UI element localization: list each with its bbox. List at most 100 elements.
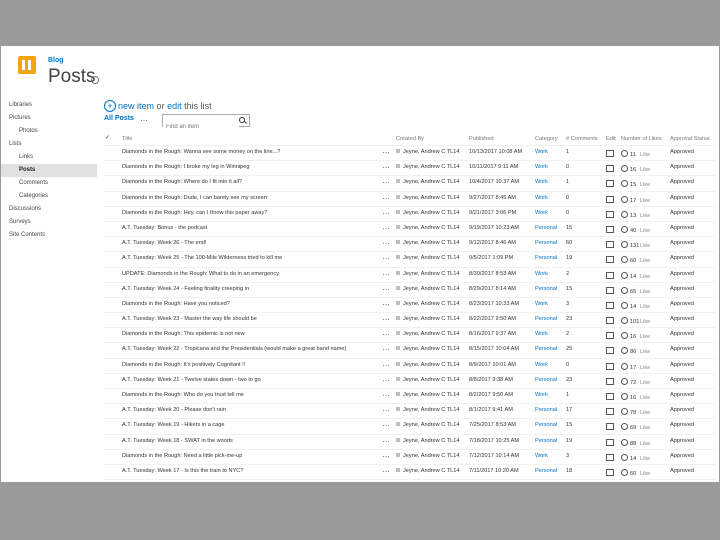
item-menu-button[interactable]: … [382,252,390,261]
edit-icon[interactable] [606,150,614,157]
table-row[interactable]: A.T. Tuesday: Week 21 - Twelve states do… [104,374,716,389]
row-select-checkbox[interactable] [105,179,110,184]
edit-icon[interactable] [606,317,614,325]
nav-item-posts[interactable]: Posts [1,164,97,177]
created-by-cell[interactable]: Jeyne, Andrew C TL14 [396,164,472,170]
select-all-checkbox[interactable]: ✓ [105,134,110,141]
created-by-cell[interactable]: Jeyne, Andrew C TL14 [396,467,472,474]
edit-icon[interactable] [606,423,614,431]
post-title-link[interactable]: A.T. Tuesday: Week 22 - Tropicana and th… [122,346,378,352]
post-title-link[interactable]: Diamonds in the Rough: Need a little pic… [122,453,378,459]
row-select-checkbox[interactable] [105,407,110,412]
item-menu-button[interactable]: … [382,176,390,185]
author-name[interactable]: Jeyne, Andrew C TL14 [403,179,460,185]
edit-icon[interactable] [606,453,614,461]
table-row[interactable]: Diamonds in the Rough: This epidemic is … [104,328,716,344]
created-by-cell[interactable]: Jeyne, Andrew C TL14 [396,240,472,246]
edit-icon[interactable] [606,377,614,385]
edit-icon[interactable] [606,332,614,340]
author-name[interactable]: Jeyne, Andrew C TL14 [403,438,460,444]
like-link[interactable]: Like [640,456,650,462]
item-menu-button[interactable]: … [382,207,390,216]
edit-cell[interactable] [606,179,614,188]
edit-cell[interactable] [606,422,614,431]
category-link[interactable]: Work [535,210,548,216]
created-by-cell[interactable]: Jeyne, Andrew C TL14 [396,346,472,352]
edit-icon[interactable] [606,468,614,476]
author-name[interactable]: Jeyne, Andrew C TL14 [403,346,460,352]
edit-icon[interactable] [606,225,614,233]
row-select-checkbox[interactable] [105,149,110,154]
row-select-checkbox[interactable] [105,271,110,276]
created-by-cell[interactable]: Jeyne, Andrew C TL14 [396,361,472,368]
author-name[interactable]: Jeyne, Andrew C TL14 [403,422,460,428]
category-link[interactable]: Work [535,331,548,337]
nav-item-site-contents[interactable]: Site Contents [1,229,97,242]
category-link[interactable]: Personal [535,438,557,444]
row-select-checkbox[interactable] [105,346,110,351]
created-by-cell[interactable]: Jeyne, Andrew C TL14 [396,437,472,444]
table-row[interactable]: A.T. Tuesday: Bonus - the podcast … Jeyne,… [104,222,716,238]
table-row[interactable]: UPDATE: Diamonds in the Rough: What to d… [104,268,716,283]
like-link[interactable]: Like [640,425,650,431]
post-title-link[interactable]: A.T. Tuesday: Week 19 - Hikers in a cage [122,422,378,428]
edit-icon[interactable] [606,438,614,446]
item-menu-button[interactable]: … [382,146,390,155]
row-select-checkbox[interactable] [105,468,110,473]
row-select-checkbox[interactable] [105,331,110,336]
table-row[interactable]: Diamonds in the Rough: Who do you trust … [104,389,716,405]
author-name[interactable]: Jeyne, Andrew C TL14 [403,362,460,368]
category-link[interactable]: Work [535,301,548,307]
edit-icon[interactable] [606,165,614,173]
like-link[interactable]: Like [640,258,650,264]
author-name[interactable]: Jeyne, Andrew C TL14 [403,316,460,322]
item-menu-button[interactable]: … [382,389,390,398]
like-link[interactable]: Like [640,213,650,219]
edit-icon[interactable] [606,393,614,400]
nav-item-photos[interactable]: Photos [1,125,97,138]
post-title-link[interactable]: UPDATE: Diamonds in the Rough: What to d… [122,271,378,277]
row-select-checkbox[interactable] [105,255,110,260]
row-select-checkbox[interactable] [105,210,110,215]
item-menu-button[interactable]: … [382,268,390,277]
post-title-link[interactable]: Diamonds in the Rough: This epidemic is … [122,331,378,337]
site-logo-icon[interactable] [18,56,36,74]
edit-icon[interactable] [606,195,614,203]
item-menu-button[interactable]: … [382,313,390,322]
site-name-link[interactable]: Blog [48,57,64,64]
edit-cell[interactable] [606,331,614,340]
category-link[interactable]: Work [535,164,548,170]
like-link[interactable]: Like [640,365,650,371]
row-select-checkbox[interactable] [105,286,110,291]
item-menu-button[interactable]: … [382,192,390,201]
add-icon[interactable]: + [104,100,116,112]
column-header-edit[interactable]: Edit [606,136,616,142]
like-link[interactable]: Like [640,274,650,280]
category-link[interactable]: Personal [535,468,557,474]
item-menu-button[interactable]: … [382,419,390,428]
post-title-link[interactable]: A.T. Tuesday: Week 25 - The 100-Mile Wil… [122,255,378,261]
row-select-checkbox[interactable] [105,392,110,397]
post-title-link[interactable]: A.T. Tuesday: Week 23 - Master the way l… [122,316,378,322]
post-title-link[interactable]: A.T. Tuesday: Week 26 - The end! [122,240,378,246]
item-menu-button[interactable]: … [382,480,390,482]
post-title-link[interactable]: Diamonds in the Rough: I broke my leg in… [122,164,378,170]
row-select-checkbox[interactable] [105,240,110,245]
author-name[interactable]: Jeyne, Andrew C TL14 [403,271,460,277]
edit-link[interactable]: edit [167,101,182,111]
column-header-title[interactable]: Title [122,136,378,142]
edit-cell[interactable] [606,149,614,158]
author-name[interactable]: Jeyne, Andrew C TL14 [403,210,460,216]
author-name[interactable]: Jeyne, Andrew C TL14 [403,255,460,261]
category-link[interactable]: Work [535,149,548,155]
post-title-link[interactable]: A.T. Tuesday: Week 21 - Twelve states do… [122,377,378,383]
author-name[interactable]: Jeyne, Andrew C TL14 [403,407,460,413]
row-select-checkbox[interactable] [105,316,110,321]
item-menu-button[interactable]: … [382,283,390,292]
like-link[interactable]: Like [640,152,650,158]
edit-icon[interactable] [606,362,614,370]
category-link[interactable]: Personal [535,316,557,322]
post-title-link[interactable]: Diamonds in the Rough: Dude, I can barel… [122,195,378,201]
created-by-cell[interactable]: Jeyne, Andrew C TL14 [396,407,472,413]
table-row[interactable]: Diamonds in the Rough: Where do I fit in… [104,176,716,192]
